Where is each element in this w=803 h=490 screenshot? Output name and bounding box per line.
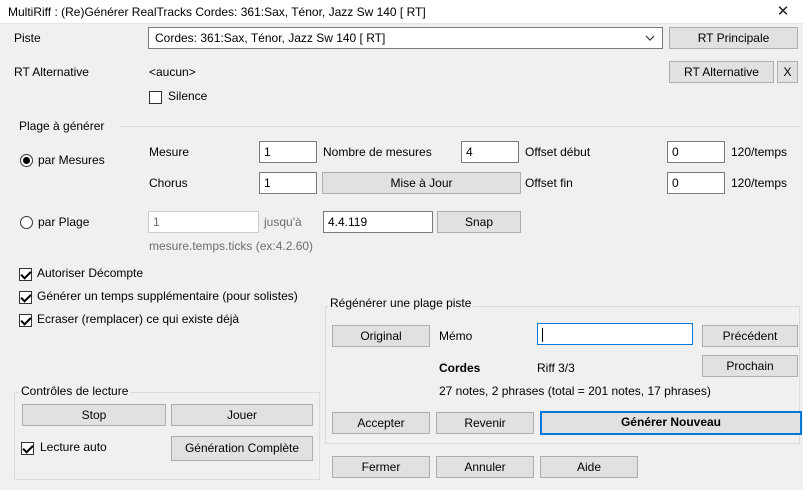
full-generation-button[interactable]: Génération Complète xyxy=(171,436,313,461)
window-title: MultiRiff : (Re)Générer RealTracks Corde… xyxy=(8,5,426,19)
offset-end-unit: 120/temps xyxy=(731,176,788,190)
riff-track-name: Cordes xyxy=(439,361,481,375)
revert-button[interactable]: Revenir xyxy=(436,412,534,434)
offset-start-input[interactable]: 0 xyxy=(667,141,725,163)
previous-button[interactable]: Précédent xyxy=(702,325,798,347)
overwrite-label: Ecraser (remplacer) ce qui existe déjà xyxy=(37,312,240,326)
offset-start-label: Offset début xyxy=(525,145,591,159)
chevron-down-icon xyxy=(645,35,655,41)
range-group-divider xyxy=(119,126,799,127)
riff-counter: Riff 3/3 xyxy=(537,361,575,375)
count-in-checkbox[interactable] xyxy=(19,268,32,281)
original-button[interactable]: Original xyxy=(332,325,430,347)
by-range-radio[interactable] xyxy=(20,216,33,229)
track-select-value: Cordes: 361:Sax, Ténor, Jazz Sw 140 [ RT… xyxy=(155,31,386,45)
range-group-title: Plage à générer xyxy=(19,119,105,133)
range-from-input[interactable]: 1 xyxy=(148,211,259,233)
nb-mesures-label: Nombre de mesures xyxy=(323,145,432,159)
cancel-button[interactable]: Annuler xyxy=(436,456,534,478)
autoplay-checkbox[interactable] xyxy=(21,442,34,455)
alt-clear-button[interactable]: X xyxy=(777,61,798,83)
next-button[interactable]: Prochain xyxy=(702,355,798,377)
stop-button[interactable]: Stop xyxy=(22,404,166,426)
playback-group-title: Contrôles de lecture xyxy=(19,384,131,398)
silence-checkbox[interactable] xyxy=(149,91,162,104)
help-button[interactable]: Aide xyxy=(540,456,638,478)
accept-button[interactable]: Accepter xyxy=(332,412,430,434)
by-measures-radio[interactable] xyxy=(20,154,33,167)
count-in-label: Autoriser Décompte xyxy=(37,266,144,280)
rt-alt-button[interactable]: RT Alternative xyxy=(669,61,774,83)
title-bar: MultiRiff : (Re)Générer RealTracks Corde… xyxy=(0,0,803,24)
silence-label: Silence xyxy=(168,89,208,103)
autoplay-label: Lecture auto xyxy=(40,440,107,454)
close-icon[interactable]: ✕ xyxy=(773,2,793,20)
nb-mesures-input[interactable]: 4 xyxy=(461,141,519,163)
mesure-label: Mesure xyxy=(149,145,190,159)
by-range-label: par Plage xyxy=(38,215,90,229)
memo-label: Mémo xyxy=(439,329,473,343)
chorus-input[interactable]: 1 xyxy=(259,172,317,194)
generate-new-button[interactable]: Générer Nouveau xyxy=(540,411,802,435)
dialog-body: Piste Cordes: 361:Sax, Ténor, Jazz Sw 14… xyxy=(0,24,803,490)
range-to-label: jusqu'à xyxy=(264,215,302,229)
update-button[interactable]: Mise à Jour xyxy=(322,172,521,194)
regen-group-title: Régénérer une plage piste xyxy=(328,296,474,310)
by-measures-label: par Mesures xyxy=(38,153,105,167)
overwrite-checkbox[interactable] xyxy=(19,314,32,327)
offset-end-input[interactable]: 0 xyxy=(667,172,725,194)
riff-stats: 27 notes, 2 phrases (total = 201 notes, … xyxy=(439,384,711,398)
chorus-label: Chorus xyxy=(149,176,188,190)
rt-main-button[interactable]: RT Principale xyxy=(669,27,798,49)
mesure-input[interactable]: 1 xyxy=(259,141,317,163)
range-format-hint: mesure.temps.ticks (ex:4.2.60) xyxy=(149,239,314,253)
extra-beat-checkbox[interactable] xyxy=(19,291,32,304)
play-button[interactable]: Jouer xyxy=(171,404,313,426)
extra-beat-label: Générer un temps supplémentaire (pour so… xyxy=(37,289,298,303)
offset-start-unit: 120/temps xyxy=(731,145,788,159)
text-caret xyxy=(542,327,543,342)
alt-rt-value: <aucun> xyxy=(149,65,196,79)
offset-end-label: Offset fin xyxy=(525,176,573,190)
alt-rt-label: RT Alternative xyxy=(14,65,89,79)
range-to-input[interactable]: 4.4.119 xyxy=(323,211,433,233)
snap-button[interactable]: Snap xyxy=(437,211,521,233)
memo-input[interactable] xyxy=(537,323,693,345)
close-button[interactable]: Fermer xyxy=(332,456,430,478)
track-select[interactable]: Cordes: 361:Sax, Ténor, Jazz Sw 140 [ RT… xyxy=(148,27,663,49)
track-label: Piste xyxy=(14,31,41,45)
